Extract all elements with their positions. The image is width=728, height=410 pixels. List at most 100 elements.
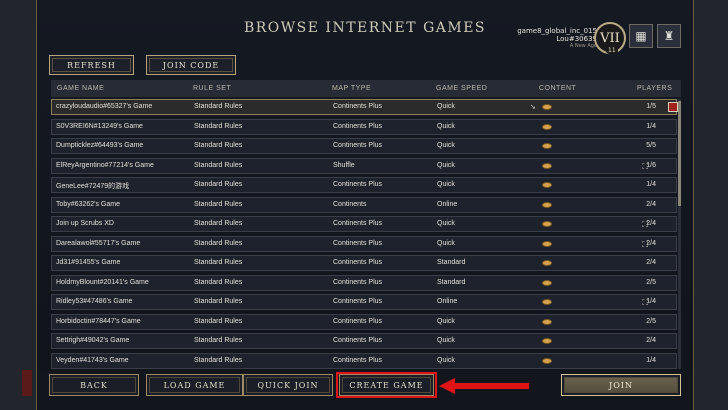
rule-set-cell: Standard Rules	[194, 142, 243, 149]
era-level: 11	[606, 47, 618, 54]
crossplay-icon: ⛶	[642, 161, 648, 171]
game-name-cell: Settrigh#49042's Game	[56, 337, 130, 344]
join-button[interactable]: JOIN	[561, 374, 681, 396]
game-speed-cell: Quick	[437, 161, 455, 169]
rule-set-cell: Standard Rules	[194, 356, 243, 364]
scrollbar-thumb[interactable]	[678, 101, 681, 206]
game-name-cell: Ridley53#47486's Game	[56, 298, 133, 305]
content-pack-icon	[542, 201, 552, 208]
col-rule-set[interactable]: RULE SET	[193, 85, 231, 92]
table-row[interactable]: Veyden#41743's Game Standard Rules Contine…	[51, 352, 677, 369]
players-cell: 2/5	[646, 278, 656, 286]
table-row[interactable]: Dumpticklez#64493's Game Standard Rules Co…	[51, 138, 677, 154]
col-content[interactable]: CONTENT	[539, 85, 576, 92]
players-cell: 1/5	[646, 103, 656, 110]
grid-menu-button[interactable]: ▦	[629, 24, 653, 48]
game-speed-cell: Quick	[437, 181, 455, 188]
game-speed-cell: Standard	[437, 278, 466, 286]
game-speed-cell: Standard	[437, 259, 466, 266]
rule-set-cell: Standard Rules	[194, 181, 243, 188]
content-pack-icon	[542, 123, 552, 130]
create-game-highlight	[336, 372, 437, 398]
crossplay-icon: ⛶	[642, 220, 648, 229]
players-cell: 2/5	[646, 317, 656, 325]
rule-set-cell: Standard Rules	[194, 220, 243, 227]
map-type-cell: Shuffle	[333, 161, 355, 169]
game-speed-cell: Quick	[437, 239, 455, 247]
map-type-cell: Continents Plus	[333, 317, 383, 325]
table-row[interactable]: HoldmyBlount#20141's Game Standard Rules C…	[51, 274, 677, 291]
content-pack-icon	[542, 143, 552, 149]
game-speed-cell: Quick	[437, 337, 455, 344]
table-row[interactable]: Toby#63262's Game Standard Rules Continent…	[51, 196, 677, 213]
game-name-cell: ElReyArgentino#77214's Game	[56, 161, 154, 169]
table-row[interactable]: Ridley53#47486's Game Standard Rules Conti…	[51, 294, 677, 310]
user-name: game8_global_inc_015	[517, 27, 597, 35]
col-players[interactable]: PLAYERS	[637, 85, 672, 92]
map-type-cell: Continents Plus	[333, 239, 383, 247]
rule-set-cell: Standard Rules	[194, 337, 243, 344]
table-row[interactable]: Horbidoctin#78447's Game Standard Rules Co…	[51, 313, 677, 330]
table-row[interactable]: ElReyArgentino#77214's Game Standard Rule…	[51, 157, 677, 174]
content-pack-icon	[542, 162, 552, 169]
table-row[interactable]: Darealawol#55717's Game Standard Rules Con…	[51, 235, 677, 252]
user-age: A New Age	[569, 43, 597, 49]
game-name-cell: Join up Scrubs XD	[56, 220, 114, 227]
game-speed-cell: Quick	[437, 356, 455, 364]
content-pack-icon	[542, 279, 552, 286]
crossplay-icon: ⛶	[642, 239, 648, 249]
content-pack-icon	[542, 260, 552, 266]
pointer-arrow-icon	[439, 378, 529, 394]
content-pack-icon	[542, 182, 552, 188]
content-pack-icon	[542, 104, 552, 110]
map-type-cell: Continents Plus	[333, 337, 383, 344]
game-name-cell: HoldmyBlount#20141's Game	[56, 278, 149, 286]
map-type-cell: Continents Plus	[333, 278, 383, 286]
table-row[interactable]: crazyloudaudio#65327's Game Standard Rule…	[51, 99, 678, 115]
table-row[interactable]: Jd31#91455's Game Standard Rules Continent…	[51, 255, 677, 271]
load-game-button[interactable]: LOAD GAME	[146, 374, 243, 396]
game-name-cell: Darealawol#55717's Game	[56, 239, 141, 247]
game-name-cell: Horbidoctin#78447's Game	[56, 317, 141, 325]
game-speed-cell: Quick	[437, 220, 455, 227]
back-button[interactable]: BACK	[49, 374, 139, 396]
crossplay-icon: ⛶	[642, 298, 648, 307]
col-game-name[interactable]: GAME NAME	[57, 85, 104, 92]
profile-button[interactable]: ♜	[657, 24, 681, 48]
refresh-button[interactable]: REFRESH	[49, 55, 134, 75]
quick-join-button[interactable]: QUICK JOIN	[243, 374, 333, 396]
right-backdrop	[692, 0, 728, 410]
games-table: GAME NAME RULE SET MAP TYPE GAME SPEED C…	[51, 80, 681, 370]
table-row[interactable]: Join up Scrubs XD Standard Rules Continent…	[51, 216, 677, 232]
map-type-cell: Continents Plus	[333, 103, 383, 110]
table-row[interactable]: S0V3REI6N#13249's Game Standard Rules Cont…	[51, 118, 677, 135]
map-type-cell: Continents Plus	[333, 122, 383, 130]
content-pack-icon	[542, 357, 552, 364]
table-row[interactable]: Settrigh#49042's Game Standard Rules Conti…	[51, 333, 677, 349]
scrollbar[interactable]	[678, 99, 681, 369]
col-map-type[interactable]: MAP TYPE	[332, 85, 371, 92]
map-type-cell: Continents Plus	[333, 142, 383, 149]
game-name-cell: crazyloudaudio#65327's Game	[56, 103, 153, 110]
report-flag-icon[interactable]	[668, 102, 678, 112]
game-name-cell: Dumpticklez#64493's Game	[56, 142, 144, 149]
map-type-cell: Continents Plus	[333, 181, 383, 188]
user-tag: Lou#30639	[556, 35, 597, 43]
left-backdrop	[0, 0, 36, 410]
table-row[interactable]: GeneLee#72479的游戏 Standard Rules Continents…	[51, 177, 677, 193]
rule-set-cell: Standard Rules	[194, 278, 243, 286]
rule-set-cell: Standard Rules	[194, 317, 243, 325]
join-code-button[interactable]: JOIN CODE	[146, 55, 236, 75]
games-list: crazyloudaudio#65327's Game Standard Rule…	[51, 99, 678, 370]
players-cell: 1/4	[646, 181, 656, 188]
game-name-cell: GeneLee#72479的游戏	[56, 183, 130, 190]
content-pack-icon	[542, 240, 552, 247]
col-game-speed[interactable]: GAME SPEED	[436, 85, 487, 92]
rule-set-cell: Standard Rules	[194, 122, 243, 130]
era-numeral: VII	[600, 30, 620, 46]
rule-set-cell: Standard Rules	[194, 239, 243, 247]
map-type-cell: Continents Plus	[333, 356, 383, 364]
content-pack-icon	[542, 318, 552, 325]
game-speed-cell: Quick	[437, 103, 455, 110]
map-type-cell: Continents Plus	[333, 220, 383, 227]
